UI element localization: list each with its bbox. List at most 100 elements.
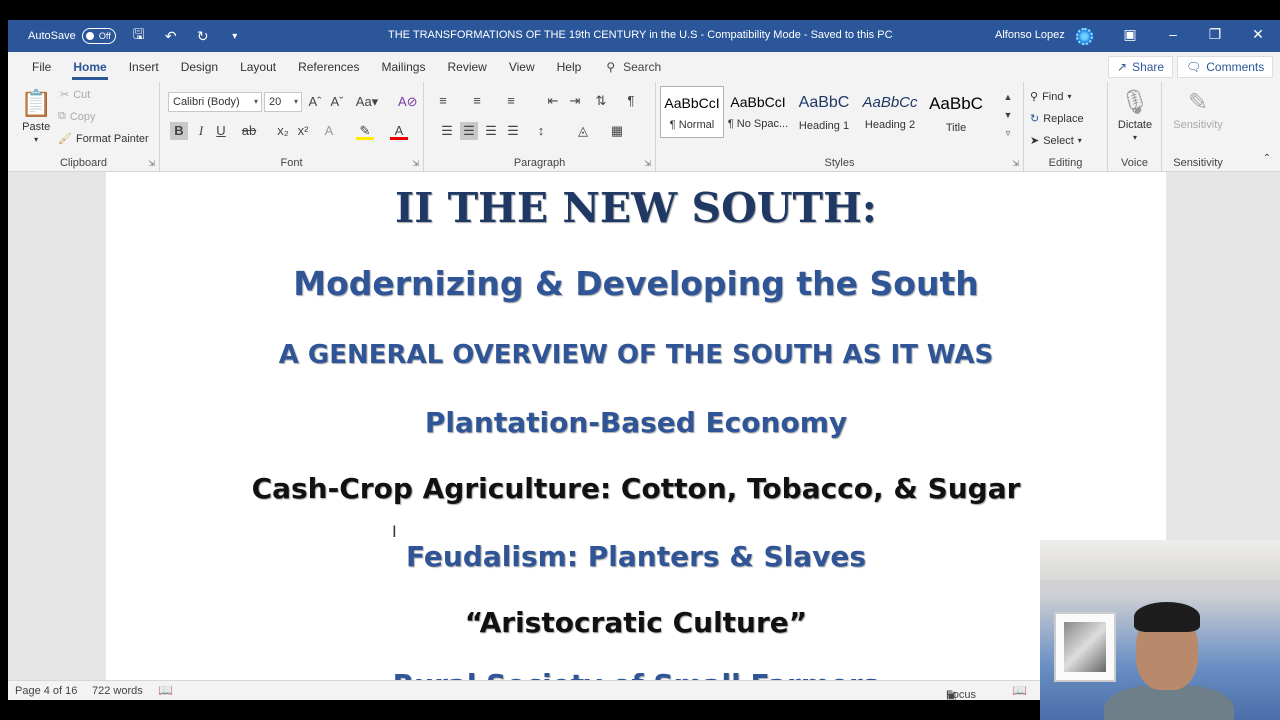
webcam-overlay <box>1040 540 1280 720</box>
autosave-control[interactable]: AutoSave Off <box>28 28 116 44</box>
grow-font-icon[interactable]: Aˆ <box>306 93 324 111</box>
clipboard-group: 📋 Paste ▾ ✂ Cut ⧉ Copy 🖌 Format Painter … <box>8 82 160 172</box>
style-preview: AaBbCc <box>862 94 918 111</box>
increase-indent-icon[interactable]: ⇥ <box>566 92 584 110</box>
tab-home[interactable]: Home <box>62 52 117 82</box>
avatar[interactable] <box>1076 28 1093 45</box>
dictate-label: Dictate <box>1117 119 1153 131</box>
heading-plantation-economy[interactable]: Plantation-Based Economy <box>106 406 1166 439</box>
multilevel-list-icon[interactable]: ≡ <box>502 92 520 110</box>
dialog-launcher-icon[interactable]: ⇲ <box>1012 159 1019 168</box>
dialog-launcher-icon[interactable]: ⇲ <box>412 159 419 168</box>
page-info[interactable]: Page 4 of 16 <box>15 685 77 697</box>
line-cash-crop[interactable]: Cash-Crop Agriculture: Cotton, Tobacco, … <box>106 472 1166 505</box>
tab-insert[interactable]: Insert <box>118 52 170 82</box>
bold-icon[interactable]: B <box>170 122 188 140</box>
superscript-icon[interactable]: x² <box>294 122 312 140</box>
tab-help[interactable]: Help <box>546 52 593 82</box>
cut-button[interactable]: ✂ Cut <box>60 88 90 102</box>
scroll-down-icon[interactable]: ▼ <box>999 106 1017 124</box>
decrease-indent-icon[interactable]: ⇤ <box>544 92 562 110</box>
select-button[interactable]: ➤ Select ▾ <box>1030 134 1082 148</box>
shading-icon[interactable]: ◬ <box>574 122 592 140</box>
word-count[interactable]: 722 words <box>92 685 143 697</box>
italic-icon[interactable]: I <box>192 122 210 140</box>
format-painter-button[interactable]: 🖌 Format Painter <box>58 132 149 146</box>
line-spacing-icon[interactable]: ↕ <box>532 122 550 140</box>
close-icon[interactable]: ✕ <box>1248 26 1268 43</box>
tab-mailings[interactable]: Mailings <box>370 52 436 82</box>
shrink-font-icon[interactable]: Aˇ <box>328 93 346 111</box>
font-name-combo[interactable]: Calibri (Body) ▾ <box>168 92 262 112</box>
document-page[interactable]: II THE NEW SOUTH: Modernizing & Developi… <box>106 172 1166 680</box>
heading-modernizing[interactable]: Modernizing & Developing the South <box>106 264 1166 303</box>
chevron-down-icon: ▾ <box>293 97 298 106</box>
numbering-icon[interactable]: ≡ <box>468 92 486 110</box>
line-aristocratic-culture[interactable]: “Aristocratic Culture” <box>106 606 1166 639</box>
bullets-icon[interactable]: ≡ <box>434 92 452 110</box>
style-no-spacing[interactable]: AaBbCcI ¶ No Spac... <box>726 86 790 138</box>
clear-formatting-icon[interactable]: A⊘ <box>398 93 418 111</box>
underline-icon[interactable]: U <box>212 122 230 140</box>
strikethrough-icon[interactable]: ab <box>240 122 258 140</box>
heading-new-south[interactable]: II THE NEW SOUTH: <box>106 184 1166 232</box>
share-button[interactable]: ↗ Share <box>1108 56 1174 78</box>
editing-group-label: Editing <box>1048 157 1083 169</box>
tab-review[interactable]: Review <box>436 52 497 82</box>
customize-qat-icon[interactable]: ▾ <box>226 31 244 42</box>
read-mode-icon[interactable]: 📖 <box>1012 683 1027 697</box>
tab-layout[interactable]: Layout <box>229 52 287 82</box>
style-heading-2[interactable]: AaBbCc Heading 2 <box>858 86 922 138</box>
minimize-icon[interactable]: – <box>1163 26 1183 42</box>
autosave-toggle[interactable]: Off <box>81 28 116 44</box>
user-name[interactable]: Alfonso Lopez <box>995 29 1065 41</box>
dialog-launcher-icon[interactable]: ⇲ <box>644 159 651 168</box>
show-formatting-icon[interactable]: ¶ <box>622 92 640 110</box>
comments-button[interactable]: 🗨 Comments <box>1177 56 1274 78</box>
more-styles-icon[interactable]: ▿ <box>999 124 1017 142</box>
sort-icon[interactable]: ⇅ <box>592 92 610 110</box>
align-center-icon[interactable]: ☰ <box>460 122 478 140</box>
save-icon[interactable]: 🖫 <box>130 24 148 48</box>
align-right-icon[interactable]: ☰ <box>482 122 500 140</box>
replace-button[interactable]: ↻ Replace <box>1030 112 1084 126</box>
replace-label: Replace <box>1043 112 1084 125</box>
style-normal[interactable]: AaBbCcI ¶ Normal <box>660 86 724 138</box>
tab-references[interactable]: References <box>287 52 370 82</box>
style-name: Heading 2 <box>864 119 916 131</box>
restore-icon[interactable]: ❐ <box>1205 26 1225 43</box>
font-color-icon[interactable]: A <box>390 122 408 140</box>
chevron-down-icon: ▾ <box>1132 133 1137 142</box>
style-title[interactable]: AaBbC Title <box>924 86 988 138</box>
font-size-combo[interactable]: 20 ▾ <box>264 92 302 112</box>
justify-icon[interactable]: ☰ <box>504 122 522 140</box>
style-heading-1[interactable]: AaBbC Heading 1 <box>792 86 856 138</box>
tab-file[interactable]: File <box>21 52 62 82</box>
align-left-icon[interactable]: ☰ <box>438 122 456 140</box>
heading-feudalism[interactable]: Feudalism: Planters & Slaves <box>106 540 1166 573</box>
proofing-icon[interactable]: 📖 <box>158 683 173 697</box>
share-label: Share <box>1132 60 1165 74</box>
chevron-down-icon: ▾ <box>1077 136 1082 145</box>
search-box[interactable]: ⚲ Search <box>606 60 661 74</box>
heading-general-overview[interactable]: A GENERAL OVERVIEW OF THE SOUTH AS IT WA… <box>106 340 1166 370</box>
undo-icon[interactable]: ↶ <box>162 28 180 45</box>
ribbon-display-options-icon[interactable]: ▣ <box>1120 26 1140 43</box>
find-button[interactable]: ⚲ Find ▾ <box>1030 90 1071 104</box>
paste-button[interactable]: 📋 Paste ▾ <box>20 88 52 144</box>
borders-icon[interactable]: ▦ <box>608 122 626 140</box>
dialog-launcher-icon[interactable]: ⇲ <box>148 159 155 168</box>
scroll-up-icon[interactable]: ▲ <box>999 88 1017 106</box>
dictate-button[interactable]: 🎙 Dictate ▾ <box>1108 88 1162 142</box>
heading-rural-society[interactable]: Rural Society of Small Farmers <box>106 668 1166 680</box>
sensitivity-button[interactable]: ✎ Sensitivity <box>1162 88 1234 131</box>
tab-view[interactable]: View <box>498 52 546 82</box>
change-case-icon[interactable]: Aa▾ <box>354 93 380 111</box>
subscript-icon[interactable]: x₂ <box>274 122 292 140</box>
highlight-icon[interactable]: ✎ <box>356 122 374 140</box>
text-effects-icon[interactable]: A <box>320 122 338 140</box>
redo-icon[interactable]: ↻ <box>194 28 212 45</box>
copy-button[interactable]: ⧉ Copy <box>58 110 96 123</box>
tab-design[interactable]: Design <box>170 52 229 82</box>
collapse-ribbon-icon[interactable]: ⌃ <box>1258 150 1276 168</box>
